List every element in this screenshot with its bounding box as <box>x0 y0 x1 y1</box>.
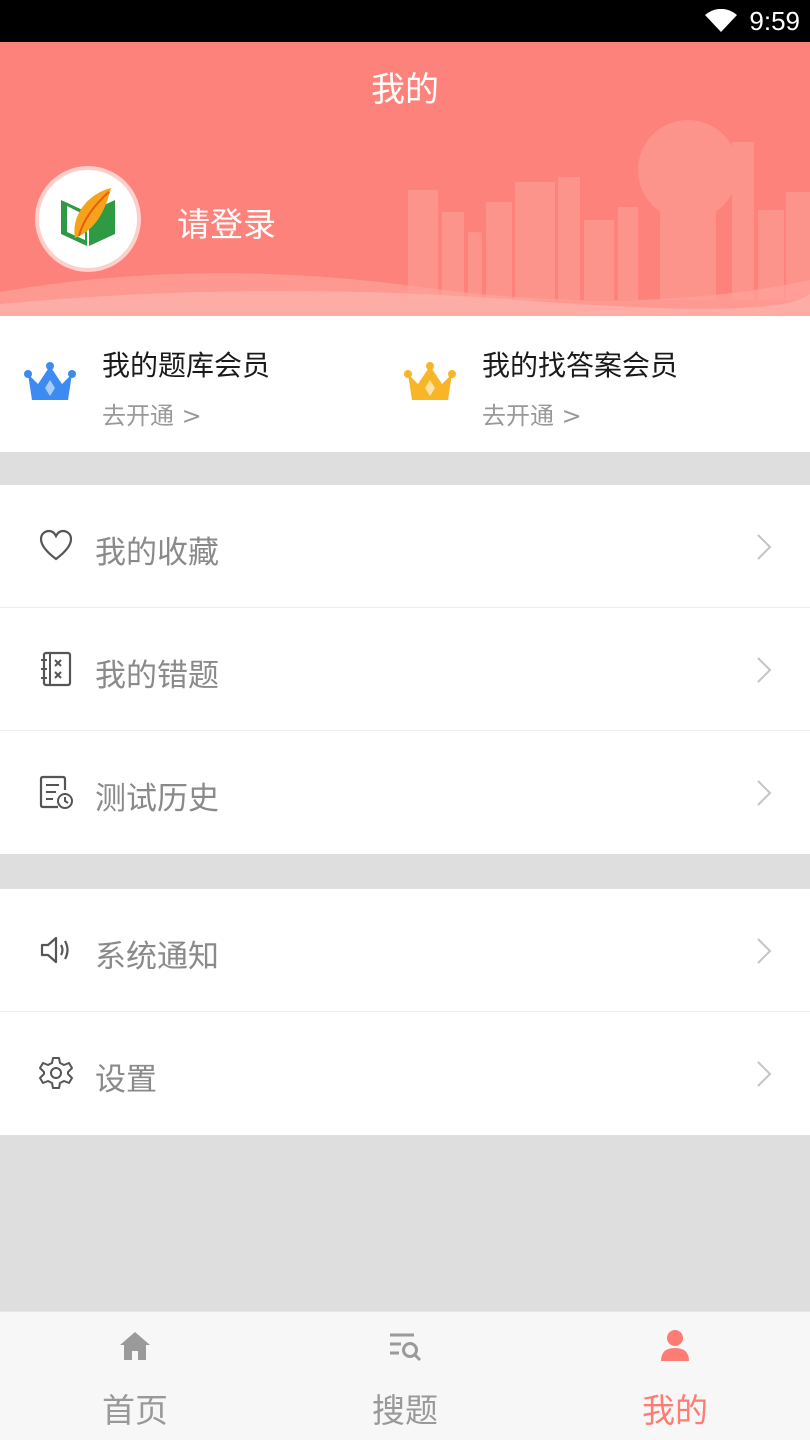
gear-icon <box>38 1055 74 1091</box>
menu-item-label: 设置 <box>95 1062 157 1098</box>
chevron-right-icon <box>756 1060 772 1092</box>
bottom-tab-bar: 首页 搜题 我的 <box>0 1311 810 1440</box>
crown-icon <box>24 362 76 408</box>
menu-group-system: 系统通知 设置 <box>0 889 810 1135</box>
membership-title: 我的找答案会员 <box>482 349 679 382</box>
crown-icon <box>404 362 456 408</box>
menu-item-wrong-questions[interactable]: 我的错题 <box>0 608 810 731</box>
membership-activate-link[interactable]: 去开通 > <box>102 396 202 431</box>
menu-item-label: 我的错题 <box>95 658 219 694</box>
speaker-icon <box>38 932 74 968</box>
menu-item-label: 我的收藏 <box>95 535 219 571</box>
user-icon <box>657 1328 693 1364</box>
status-time: 9:59 <box>749 6 800 36</box>
answer-finder-membership[interactable]: 我的找答案会员 去开通 > <box>380 316 760 452</box>
wifi-icon <box>704 8 738 37</box>
tab-label: 搜题 <box>372 1391 438 1430</box>
search-list-icon <box>387 1328 423 1364</box>
menu-item-favorites[interactable]: 我的收藏 <box>0 485 810 608</box>
chevron-right-icon <box>756 656 772 688</box>
home-icon <box>117 1328 153 1364</box>
profile-header: 我的 请登录 <box>0 42 810 316</box>
chevron-right-icon <box>756 533 772 565</box>
menu-item-notifications[interactable]: 系统通知 <box>0 889 810 1012</box>
menu-item-settings[interactable]: 设置 <box>0 1012 810 1135</box>
tab-label: 首页 <box>102 1391 168 1430</box>
menu-item-test-history[interactable]: 测试历史 <box>0 731 810 854</box>
tab-mine[interactable]: 我的 <box>540 1312 810 1440</box>
menu-item-label: 系统通知 <box>95 939 219 975</box>
membership-activate-link[interactable]: 去开通 > <box>482 396 582 431</box>
tab-search[interactable]: 搜题 <box>270 1312 540 1440</box>
menu-group-study: 我的收藏 我的错题 测试历史 <box>0 485 810 854</box>
membership-title: 我的题库会员 <box>102 349 271 382</box>
tab-label: 我的 <box>642 1391 708 1430</box>
tab-home[interactable]: 首页 <box>0 1312 270 1440</box>
menu-item-label: 测试历史 <box>95 781 219 817</box>
login-prompt[interactable]: 请登录 <box>177 198 276 246</box>
chevron-right-icon <box>756 779 772 811</box>
avatar[interactable] <box>35 166 141 272</box>
status-bar: 9:59 <box>0 0 810 42</box>
wrong-book-icon <box>38 651 74 687</box>
app-logo-icon <box>61 188 115 246</box>
history-icon <box>38 774 74 810</box>
membership-section: 我的题库会员 去开通 > 我的找答案会员 去开通 > <box>0 316 810 452</box>
question-bank-membership[interactable]: 我的题库会员 去开通 > <box>0 316 380 452</box>
page-title: 我的 <box>371 70 439 110</box>
chevron-right-icon <box>756 937 772 969</box>
heart-icon <box>38 528 74 564</box>
